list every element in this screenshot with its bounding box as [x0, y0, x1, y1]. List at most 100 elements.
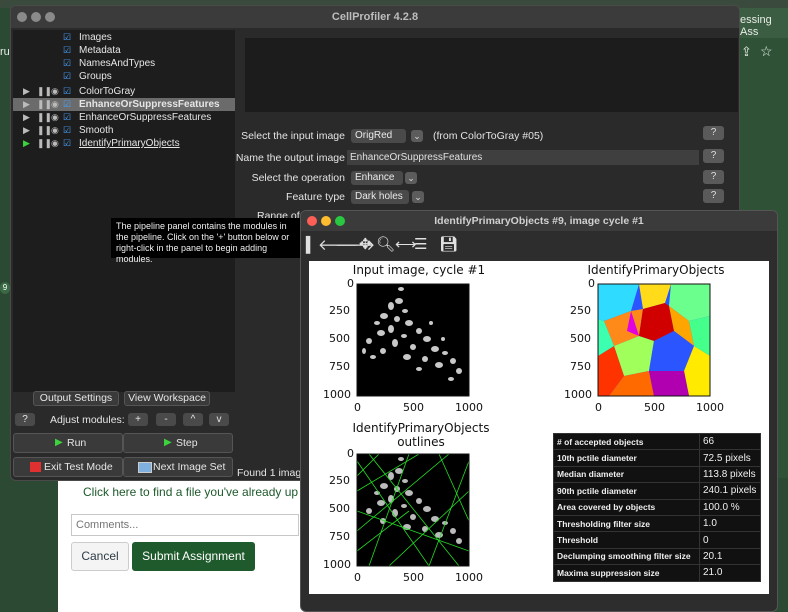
eye-icon[interactable]: ◉: [51, 137, 59, 150]
add-module-button[interactable]: +: [128, 413, 148, 426]
figure-canvas: Input image, cycle #1 IdentifyPrimaryObj…: [309, 261, 769, 594]
eye-icon[interactable]: ◉: [51, 85, 59, 98]
pause-icon[interactable]: ❚❚: [37, 111, 52, 124]
module-preview-area: [245, 38, 738, 112]
figure-toolbar: ▍ 🡐 🡒 ✥ 🔍︎ ⟷ ☰ 💾︎: [301, 231, 777, 259]
save-icon[interactable]: 💾︎: [439, 235, 458, 253]
check-icon[interactable]: ☑: [63, 111, 71, 124]
input-module-metadata[interactable]: ☑ Metadata: [13, 44, 235, 57]
check-icon[interactable]: ☑: [63, 31, 71, 44]
move-down-button[interactable]: v: [209, 413, 229, 426]
pause-icon[interactable]: ❚❚: [37, 98, 52, 111]
browser-badge: 9: [0, 282, 10, 294]
help-button-input[interactable]: ?: [703, 126, 724, 140]
help-button-feature[interactable]: ?: [703, 189, 724, 203]
check-icon[interactable]: ☑: [63, 124, 71, 137]
input-module-groups[interactable]: ☑ Groups: [13, 70, 235, 83]
step-button[interactable]: ▶ Step: [123, 433, 233, 453]
eye-icon[interactable]: ◉: [51, 124, 59, 137]
next-image-set-button[interactable]: Next Image Set: [123, 457, 233, 477]
table-row: Area covered by objects 100.0 %: [553, 498, 761, 516]
check-icon[interactable]: ☑: [63, 44, 71, 57]
input-module-images[interactable]: ☑ Images: [13, 31, 235, 44]
module-enhanceorsuppress-2[interactable]: ▶ ❚❚ ◉ ☑ EnhanceOrSuppressFeatures: [13, 111, 235, 124]
outlines-image-panel: [357, 454, 469, 566]
pause-icon[interactable]: ❚❚: [37, 137, 52, 150]
submit-assignment-button[interactable]: Submit Assignment: [132, 542, 255, 571]
move-up-button[interactable]: ^: [183, 413, 203, 426]
output-image-label: Name the output image: [235, 152, 345, 164]
module-colortogray[interactable]: ▶ ❚❚ ◉ ☑ ColorToGray: [13, 85, 235, 98]
eye-icon[interactable]: ◉: [51, 111, 59, 124]
input-module-namesandtypes[interactable]: ☑ NamesAndTypes: [13, 57, 235, 70]
play-icon[interactable]: ▶: [23, 85, 30, 98]
view-workspace-button[interactable]: View Workspace: [124, 391, 210, 406]
chevron-down-icon[interactable]: ⌄: [405, 172, 417, 184]
x-tick: 500: [403, 571, 424, 584]
y-tick: 250: [329, 474, 350, 487]
module-identifyprimaryobjects[interactable]: ▶ ❚❚ ◉ ☑ IdentifyPrimaryObjects: [13, 137, 235, 150]
check-icon[interactable]: ☑: [63, 70, 71, 83]
browser-left-fragment: ru: [0, 46, 10, 58]
file-link[interactable]: Click here to find a file you've already…: [83, 485, 298, 499]
feature-type-select[interactable]: Dark holes: [351, 190, 409, 204]
remove-module-button[interactable]: -: [156, 413, 176, 426]
play-icon[interactable]: ▶: [23, 137, 30, 150]
operation-label: Select the operation: [251, 172, 345, 184]
check-icon[interactable]: ☑: [63, 137, 71, 150]
zoom-icon[interactable]: 🔍︎: [376, 235, 395, 253]
help-button-output[interactable]: ?: [703, 149, 724, 163]
play-icon[interactable]: ▶: [23, 124, 30, 137]
stat-name: Thresholding filter size: [553, 514, 700, 533]
input-image-select[interactable]: OrigRed: [351, 129, 406, 143]
y-tick: 750: [570, 360, 591, 373]
comments-input[interactable]: [72, 515, 298, 535]
cancel-button[interactable]: Cancel: [71, 542, 129, 571]
chevron-down-icon[interactable]: ⌄: [411, 130, 423, 142]
y-tick: 250: [329, 304, 350, 317]
configure-icon[interactable]: ☰: [414, 235, 427, 253]
check-icon[interactable]: ☑: [63, 98, 71, 111]
check-icon[interactable]: ☑: [63, 85, 71, 98]
play-icon[interactable]: ▶: [23, 98, 30, 111]
measurements-table: # of accepted objects 66 10th pctile diame…: [553, 432, 761, 582]
close-dot-icon[interactable]: [17, 12, 27, 22]
browser-tab-title[interactable]: essing Ass: [740, 14, 788, 38]
labels-image-panel: [598, 284, 710, 396]
help-button[interactable]: ?: [15, 413, 35, 426]
minimize-dot-icon[interactable]: [31, 12, 41, 22]
y-tick: 0: [347, 447, 354, 460]
table-row: # of accepted objects 66: [553, 432, 761, 451]
y-tick: 0: [588, 277, 595, 290]
zoom-dot-icon[interactable]: [335, 216, 345, 226]
pipeline-panel[interactable]: ☑ Images ☑ Metadata ☑ NamesAndTypes ☑ Groups…: [13, 30, 235, 392]
module-smooth[interactable]: ▶ ❚❚ ◉ ☑ Smooth: [13, 124, 235, 137]
run-icon: ▶: [55, 437, 63, 448]
table-row: Threshold 0: [553, 531, 761, 549]
stat-name: 10th pctile diameter: [553, 449, 700, 467]
play-icon[interactable]: ▶: [23, 111, 30, 124]
help-button-operation[interactable]: ?: [703, 170, 724, 184]
zoom-dot-icon[interactable]: [45, 12, 55, 22]
check-icon[interactable]: ☑: [63, 57, 71, 70]
pause-icon[interactable]: ❚❚: [37, 124, 52, 137]
home-icon[interactable]: ▍: [306, 236, 318, 254]
share-icon[interactable]: ⇪: [741, 44, 752, 60]
stat-value: 1.0: [699, 514, 761, 533]
output-image-field[interactable]: EnhanceOrSuppressFeatures: [347, 150, 699, 165]
exit-test-mode-button[interactable]: Exit Test Mode: [13, 457, 123, 477]
chevron-down-icon[interactable]: ⌄: [412, 191, 424, 203]
module-enhanceorsuppress-1[interactable]: ▶ ❚❚ ◉ ☑ EnhanceOrSuppressFeatures: [13, 98, 235, 111]
star-icon[interactable]: ☆: [760, 43, 773, 60]
input-image-hint: (from ColorToGray #05): [433, 130, 544, 142]
run-button[interactable]: ▶ Run: [13, 433, 123, 453]
pipeline-tooltip: The pipeline panel contains the modules …: [111, 218, 301, 264]
operation-select[interactable]: Enhance: [351, 171, 403, 185]
eye-icon[interactable]: ◉: [51, 98, 59, 111]
pause-icon[interactable]: ❚❚: [37, 85, 52, 98]
close-dot-icon[interactable]: [307, 216, 317, 226]
pan-icon[interactable]: ✥: [359, 235, 372, 253]
output-settings-button[interactable]: Output Settings: [33, 391, 119, 406]
y-tick: 1000: [323, 558, 351, 571]
minimize-dot-icon[interactable]: [321, 216, 331, 226]
